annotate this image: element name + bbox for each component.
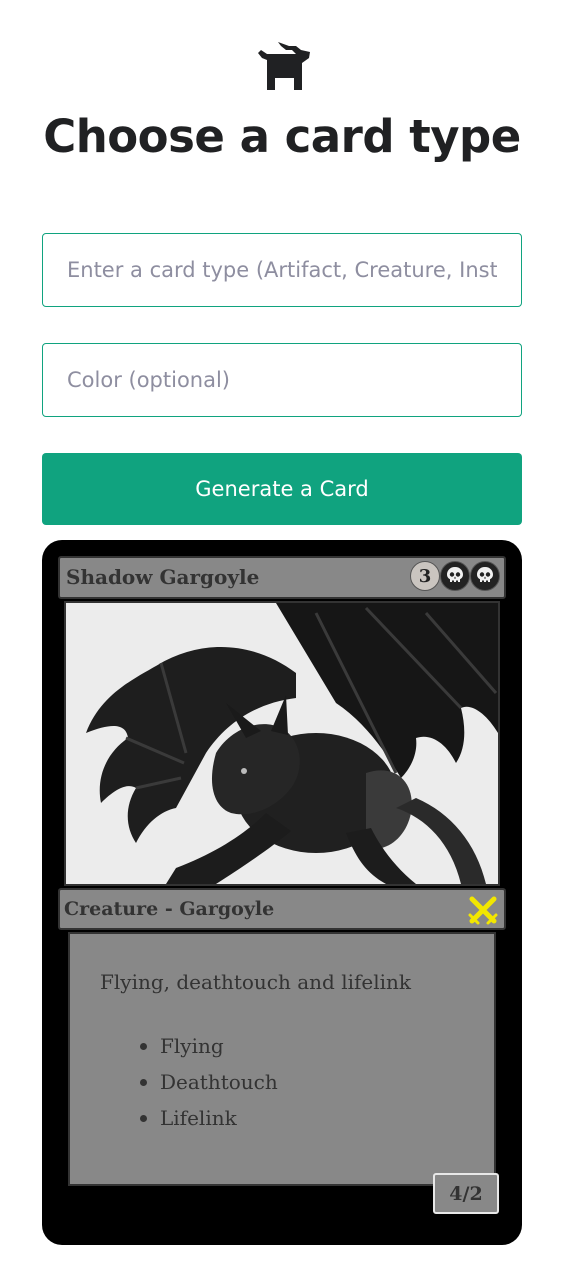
color-input[interactable] [42, 343, 522, 417]
ability-item: Lifelink [140, 1100, 278, 1136]
page-title: Choose a card type [43, 110, 521, 163]
rules-text-box: Flying, deathtouch and lifelink Flying D… [68, 932, 496, 1186]
black-skull-icon [470, 561, 500, 591]
type-line-bar: Creature - Gargoyle [58, 888, 506, 930]
dog-icon [258, 42, 310, 90]
type-line: Creature - Gargoyle [64, 898, 275, 920]
generated-card: Shadow Gargoyle 3 Creature - Gargoyle Fl… [42, 540, 522, 1245]
card-name: Shadow Gargoyle [66, 565, 260, 589]
rules-text: Flying, deathtouch and lifelink [100, 970, 412, 994]
card-art [64, 601, 500, 886]
generic-mana-symbol: 3 [410, 561, 440, 591]
ability-item: Flying [140, 1028, 278, 1064]
mana-cost: 3 [410, 561, 500, 593]
card-type-input[interactable] [42, 233, 522, 307]
black-skull-icon [440, 561, 470, 591]
power-toughness-box: 4/2 [433, 1173, 499, 1214]
shadow-gargoyle-illustration [66, 603, 498, 884]
crossed-swords-icon [468, 896, 498, 925]
ability-item: Deathtouch [140, 1064, 278, 1100]
card-name-bar: Shadow Gargoyle 3 [58, 556, 506, 599]
ability-list: Flying Deathtouch Lifelink [140, 1028, 278, 1136]
generate-card-button[interactable]: Generate a Card [42, 453, 522, 525]
